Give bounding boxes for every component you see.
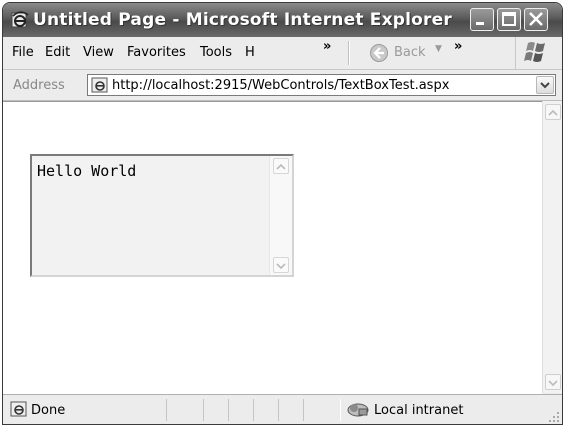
toolbar-separator xyxy=(348,41,350,65)
window-title: Untitled Page - Microsoft Internet Explo… xyxy=(33,10,452,30)
back-arrow-icon xyxy=(370,44,388,62)
page-icon xyxy=(10,401,28,421)
menu-view[interactable]: View xyxy=(83,45,114,60)
back-label: Back xyxy=(394,45,426,60)
close-icon xyxy=(529,12,543,26)
address-dropdown-button[interactable] xyxy=(536,76,554,94)
resize-grip-icon xyxy=(549,412,559,422)
status-panel xyxy=(253,399,279,421)
close-button[interactable] xyxy=(524,8,548,31)
menu-bar: File Edit View Favorites Tools H » Back … xyxy=(3,37,562,70)
textbox-value: Hello World xyxy=(37,162,137,180)
windows-logo xyxy=(515,37,558,69)
address-bar: Address http://localhost:2915/WebControl… xyxy=(3,70,562,101)
security-zone-label: Local intranet xyxy=(374,403,464,418)
address-url: http://localhost:2915/WebControls/TextBo… xyxy=(112,78,450,93)
status-panel xyxy=(278,399,304,421)
status-panel xyxy=(166,399,204,421)
windows-logo-icon xyxy=(524,42,545,62)
ie-icon xyxy=(10,10,30,30)
menu-overflow-chevron[interactable]: » xyxy=(323,39,331,54)
status-panel xyxy=(228,399,254,421)
address-label: Address xyxy=(13,78,65,93)
back-dropdown-icon[interactable]: ▼ xyxy=(435,44,442,54)
page-content: Hello World xyxy=(3,101,542,394)
status-text: Done xyxy=(31,403,66,418)
resize-grip[interactable] xyxy=(548,411,560,423)
menu-tools[interactable]: Tools xyxy=(200,45,232,60)
menu-favorites[interactable]: Favorites xyxy=(127,45,186,60)
maximize-icon xyxy=(502,12,516,26)
intranet-icon xyxy=(345,400,371,424)
textbox-scroll-down-button[interactable] xyxy=(273,257,289,273)
menu-help[interactable]: H xyxy=(245,45,255,60)
minimize-icon xyxy=(476,22,484,25)
toolbar-overflow-chevron[interactable]: » xyxy=(454,39,462,54)
scroll-up-icon xyxy=(548,109,558,116)
page-scrollbar[interactable] xyxy=(542,101,562,393)
dropdown-arrow-icon xyxy=(540,82,550,89)
address-input[interactable]: http://localhost:2915/WebControls/TextBo… xyxy=(87,74,556,96)
maximize-button[interactable] xyxy=(497,8,521,31)
scroll-down-icon xyxy=(548,380,558,387)
page-scroll-down-button[interactable] xyxy=(545,374,561,390)
page-scroll-up-button[interactable] xyxy=(545,104,561,120)
scroll-up-icon xyxy=(276,163,286,170)
multiline-textbox[interactable]: Hello World xyxy=(30,154,294,277)
status-panel xyxy=(203,399,229,421)
textbox-scrollbar[interactable] xyxy=(269,156,292,275)
menu-edit[interactable]: Edit xyxy=(45,45,70,60)
menu-file[interactable]: File xyxy=(12,45,34,60)
scroll-down-icon xyxy=(276,263,286,270)
textbox-scroll-up-button[interactable] xyxy=(273,158,289,174)
browser-window: Untitled Page - Microsoft Internet Explo… xyxy=(2,2,563,425)
title-bar[interactable]: Untitled Page - Microsoft Internet Explo… xyxy=(3,3,562,37)
status-panel xyxy=(303,399,341,421)
minimize-button[interactable] xyxy=(470,8,494,31)
status-bar: Done Local intranet xyxy=(3,394,562,424)
page-icon xyxy=(91,77,109,97)
